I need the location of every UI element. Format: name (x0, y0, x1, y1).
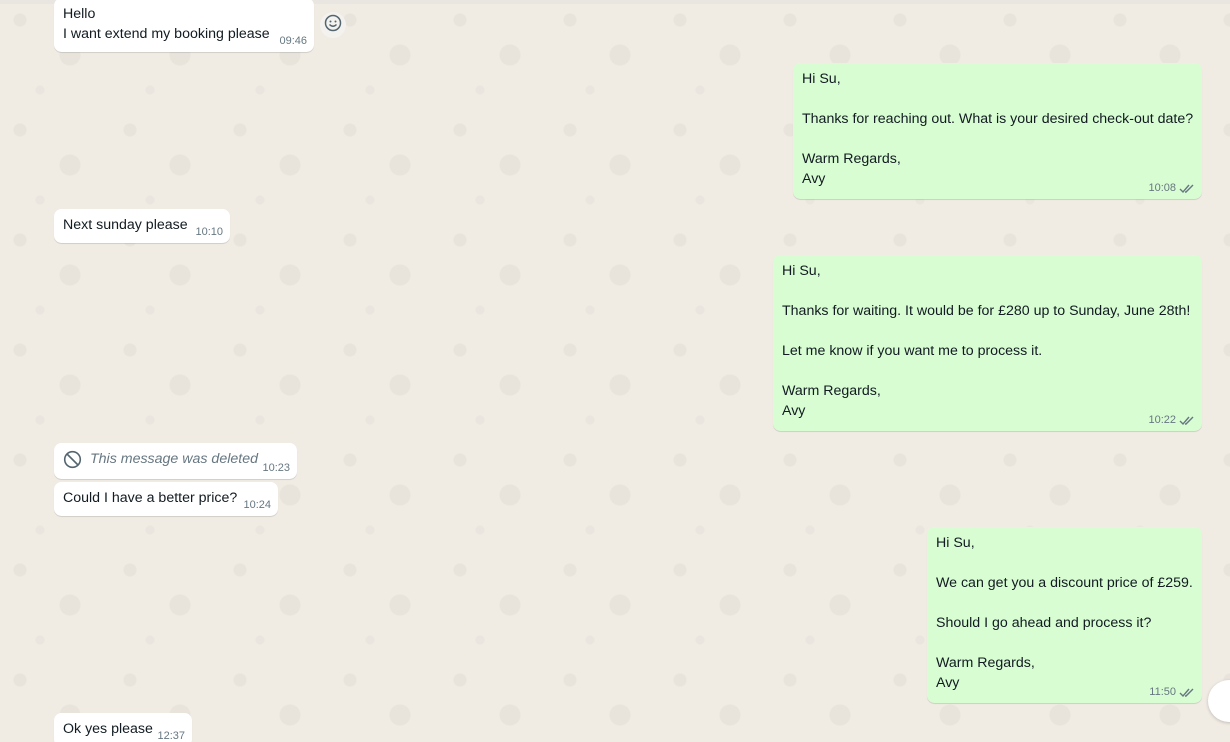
message-text (802, 89, 1193, 109)
scroll-down-button[interactable] (1208, 680, 1230, 722)
message-meta: 10:23 (262, 461, 290, 475)
message-text: Hi Su, (936, 535, 975, 551)
message-text: Should I go ahead and process it? (936, 615, 1152, 631)
message-text: Could I have a better price? (63, 490, 238, 506)
block-icon (63, 450, 82, 469)
message-bubble-outgoing[interactable]: Hi Su, Thanks for reaching out. What is … (793, 63, 1202, 199)
message-time: 10:08 (1148, 182, 1176, 194)
message-text (782, 321, 1193, 341)
message-text: Warm Regards, (802, 151, 901, 167)
message-meta: 10:24 (243, 498, 271, 512)
message-text (936, 593, 1193, 613)
smiley-icon (324, 14, 342, 37)
message-text (936, 633, 1193, 653)
deleted-message: This message was deleted (63, 449, 288, 469)
message-text: Avy (782, 403, 806, 419)
deleted-text: This message was deleted (90, 451, 258, 467)
message-text (782, 281, 1193, 301)
message-meta: 10:08 (1148, 181, 1195, 195)
message-text: Warm Regards, (936, 655, 1035, 671)
message-text: We can get you a discount price of £259. (936, 575, 1193, 591)
message-text: I want extend my booking please (63, 26, 270, 42)
message-text (782, 361, 1193, 381)
message-time: 12:37 (157, 730, 185, 742)
message-bubble-incoming[interactable]: Ok yes please 12:37 (54, 713, 192, 742)
message-text: Hi Su, (782, 263, 821, 279)
message-bubble-incoming[interactable]: Could I have a better price? 10:24 (54, 482, 278, 516)
message-time: 09:46 (279, 35, 307, 47)
message-meta: 10:22 (1148, 413, 1195, 427)
react-button[interactable] (320, 12, 346, 38)
message-bubble-incoming[interactable]: Hello I want extend my booking please 09… (54, 0, 314, 52)
message-text: Thanks for waiting. It would be for £280… (782, 303, 1191, 319)
message-text: Hello (63, 6, 96, 22)
message-time: 10:23 (262, 462, 290, 474)
message-time: 10:10 (195, 226, 223, 238)
message-meta: 12:37 (157, 729, 185, 742)
message-bubble-deleted[interactable]: This message was deleted 10:23 (54, 443, 297, 479)
double-check-icon (1179, 183, 1195, 194)
message-bubble-outgoing[interactable]: Hi Su, We can get you a discount price o… (927, 527, 1202, 703)
chat-panel[interactable]: Hello I want extend my booking please 09… (0, 0, 1230, 742)
message-bubble-outgoing[interactable]: Hi Su, Thanks for waiting. It would be f… (773, 255, 1202, 431)
message-time: 11:50 (1149, 686, 1176, 698)
message-text: Thanks for reaching out. What is your de… (802, 111, 1194, 127)
message-meta: 11:50 (1149, 685, 1195, 699)
message-text (802, 129, 1193, 149)
message-bubble-incoming[interactable]: Next sunday please 10:10 (54, 209, 230, 243)
message-text: Avy (802, 171, 826, 187)
double-check-icon (1179, 687, 1195, 698)
message-text (936, 553, 1193, 573)
message-meta: 10:10 (195, 225, 223, 239)
message-text: Warm Regards, (782, 383, 881, 399)
message-time: 10:24 (243, 499, 271, 511)
message-meta: 09:46 (279, 34, 307, 48)
double-check-icon (1179, 415, 1195, 426)
message-text: Let me know if you want me to process it… (782, 343, 1043, 359)
message-time: 10:22 (1148, 414, 1176, 426)
message-text: Hi Su, (802, 71, 841, 87)
